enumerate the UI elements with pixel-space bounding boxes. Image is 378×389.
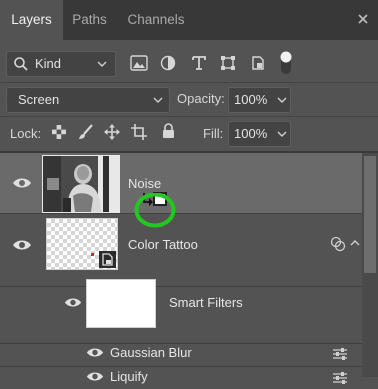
- smart-filters-row[interactable]: Smart Filters: [0, 279, 362, 344]
- shape-layer-filter-icon[interactable]: [220, 55, 236, 71]
- opacity-field[interactable]: 100%: [228, 87, 291, 113]
- lock-all-icon[interactable]: [162, 123, 175, 139]
- divider: [0, 116, 378, 117]
- blending-options-icon[interactable]: [332, 347, 348, 361]
- lock-image-pixels-icon[interactable]: [78, 124, 94, 140]
- search-icon: [14, 57, 28, 71]
- layer-row-noise[interactable]: Noise: [0, 153, 362, 214]
- opacity-value: 100%: [234, 92, 268, 107]
- lock-artboard-icon[interactable]: [131, 124, 147, 140]
- close-panel-icon[interactable]: [352, 8, 374, 30]
- smart-object-filter-icon[interactable]: [250, 55, 266, 71]
- tab-channels[interactable]: Channels: [116, 0, 196, 40]
- adjustment-layer-filter-icon[interactable]: [160, 55, 176, 71]
- layer-thumbnail-color-tattoo[interactable]: [46, 218, 118, 270]
- type-layer-filter-icon[interactable]: [191, 55, 207, 71]
- layer-row-color-tattoo[interactable]: Color Tattoo: [0, 214, 362, 287]
- visibility-eye-icon[interactable]: [64, 297, 82, 308]
- pixel-layer-filter-icon[interactable]: [130, 55, 148, 71]
- collapse-effects-chevron-icon[interactable]: [350, 239, 360, 247]
- panel-tab-bar: Layers Paths Channels: [0, 0, 378, 40]
- tattoo-pixel-mark: [91, 253, 94, 256]
- layers-list: Noise Color Tattoo Smart Filters Gaussia…: [0, 153, 362, 384]
- filter-kind-dropdown[interactable]: Kind: [6, 51, 116, 77]
- divider: [0, 82, 378, 83]
- layers-scrollbar-thumb[interactable]: [364, 156, 376, 273]
- opacity-label: Opacity:: [177, 91, 225, 106]
- layer-thumbnail-noise[interactable]: [42, 155, 120, 213]
- filter-name-gaussian-blur[interactable]: Gaussian Blur: [110, 345, 192, 360]
- tab-paths[interactable]: Paths: [63, 0, 116, 40]
- chevron-down-icon: [97, 61, 107, 67]
- fill-label: Fill:: [203, 126, 224, 141]
- fill-value: 100%: [234, 126, 268, 141]
- noise-photo-thumbnail: [43, 156, 119, 212]
- smart-filter-mask-thumbnail[interactable]: [86, 279, 156, 328]
- layer-name-color-tattoo[interactable]: Color Tattoo: [128, 237, 198, 252]
- chevron-down-icon: [153, 97, 163, 103]
- blend-mode-dropdown[interactable]: Screen: [6, 87, 170, 113]
- smart-filters-icon: [330, 236, 346, 252]
- lock-position-icon[interactable]: [104, 124, 120, 140]
- blend-mode-value: Screen: [18, 92, 60, 107]
- chevron-down-icon[interactable]: [277, 130, 287, 138]
- visibility-eye-icon[interactable]: [86, 347, 104, 358]
- visibility-eye-icon[interactable]: [12, 177, 32, 189]
- chevron-down-icon[interactable]: [277, 96, 287, 104]
- filter-row-gaussian-blur[interactable]: Gaussian Blur: [0, 343, 362, 367]
- tab-layers[interactable]: Layers: [0, 0, 63, 40]
- layer-name-noise[interactable]: Noise: [128, 176, 161, 191]
- smart-filters-label: Smart Filters: [169, 295, 243, 310]
- fill-field[interactable]: 100%: [228, 121, 291, 147]
- filter-row-liquify[interactable]: Liquify: [0, 366, 362, 389]
- lock-transparent-pixels-icon[interactable]: [52, 125, 66, 139]
- lock-label: Lock:: [10, 126, 42, 141]
- smart-object-badge-icon: [99, 251, 116, 268]
- filter-kind-label: Kind: [35, 56, 62, 71]
- blending-options-icon[interactable]: [332, 371, 348, 385]
- visibility-eye-icon[interactable]: [12, 239, 32, 251]
- filter-toggle-switch[interactable]: [279, 50, 293, 76]
